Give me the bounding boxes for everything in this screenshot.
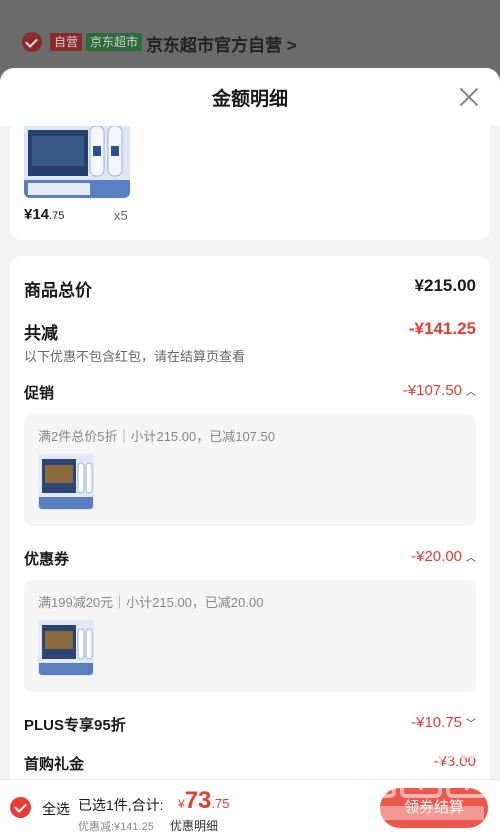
discount-amount-text: 优惠减:¥141.25 (78, 821, 154, 833)
sheet-title: 金额明细 (211, 89, 288, 110)
total-reduce-row: 共减 -¥141.25 (24, 319, 476, 343)
promo-row[interactable]: 促销 -¥107.50 ︿ (24, 382, 476, 404)
checkout-bar: 全选 已选1件,合计: ¥73.75 优惠减:¥141.25 优惠明细 领券结算 (0, 779, 500, 835)
chevron-up-icon: ︿ (466, 553, 476, 564)
coupon-product-thumbnail (38, 620, 94, 676)
promo-value: -¥107.50 ︿ (402, 382, 476, 399)
product-image-graphic (24, 126, 130, 198)
promo-product-thumbnail (38, 454, 94, 510)
product-price: ¥14.75 (24, 206, 65, 223)
checkout-button[interactable]: 领券结算 (380, 788, 488, 828)
jd-market-tag: 京东超市 (86, 33, 143, 51)
promo-detail-text: 满2件总价5折｜小计215.00，已减107.50 (38, 429, 275, 444)
promo-detail-box: 满2件总价5折｜小计215.00，已减107.50 (24, 414, 476, 526)
mini-product-graphic (39, 455, 93, 509)
promo-label: 促销 (24, 385, 55, 402)
plus-discount-value: -¥10.75 ﹀ (411, 714, 476, 731)
first-purchase-label: 首购礼金 (24, 756, 85, 773)
store-name: 京东超市官方自营 > (146, 36, 297, 55)
product-image[interactable] (24, 126, 130, 198)
mini-product-graphic (39, 621, 93, 675)
close-icon[interactable] (458, 86, 480, 108)
amount-summary-card: 商品总价 ¥215.00 共减 -¥141.25 以下优惠不包含红包，请在结算页… (10, 256, 490, 835)
total-price-value: ¥215.00 (414, 276, 476, 295)
amount-detail-sheet: 金额明细 ¥14.75 x5 商品总价 ¥215.00 共减 -¥141.25 … (0, 68, 500, 835)
chevron-right-icon: > (286, 36, 297, 55)
select-all-label[interactable]: 全选 (42, 799, 70, 819)
total-price-row: 商品总价 ¥215.00 (24, 276, 476, 300)
reduce-note: 以下优惠不包含红包，请在结算页查看 (24, 349, 246, 364)
first-purchase-value: -¥3.00 (433, 753, 476, 770)
discount-detail-link[interactable]: 优惠明细 (170, 817, 218, 834)
total-price-label: 商品总价 (24, 281, 92, 300)
self-operated-tag: 自营 (50, 33, 83, 51)
chevron-up-icon: ︿ (466, 387, 476, 398)
total-reduce-label: 共减 (24, 324, 58, 343)
total-amount: ¥73.75 (178, 787, 230, 814)
coupon-label: 优惠券 (24, 551, 70, 568)
first-purchase-row[interactable]: 首购礼金 -¥3.00 (24, 753, 476, 775)
selected-count-text: 已选1件,合计: (78, 797, 164, 813)
coupon-detail-box: 满199减20元｜小计215.00，已减20.00 (24, 580, 476, 692)
coupon-detail-text: 满199减20元｜小计215.00，已减20.00 (38, 595, 264, 610)
store-check-icon (22, 32, 42, 52)
chevron-down-icon: ﹀ (466, 719, 476, 730)
product-card: ¥14.75 x5 (10, 126, 490, 240)
total-reduce-value: -¥141.25 (408, 319, 476, 338)
plus-discount-label: PLUS专享95折 (24, 717, 126, 734)
sheet-header: 金额明细 (0, 68, 500, 126)
coupon-row[interactable]: 优惠券 -¥20.00 ︿ (24, 548, 476, 570)
coupon-value: -¥20.00 ︿ (411, 548, 476, 565)
select-all-checkbox[interactable] (10, 797, 31, 818)
plus-discount-row[interactable]: PLUS专享95折 -¥10.75 ﹀ (24, 714, 476, 736)
product-quantity: x5 (114, 208, 128, 223)
